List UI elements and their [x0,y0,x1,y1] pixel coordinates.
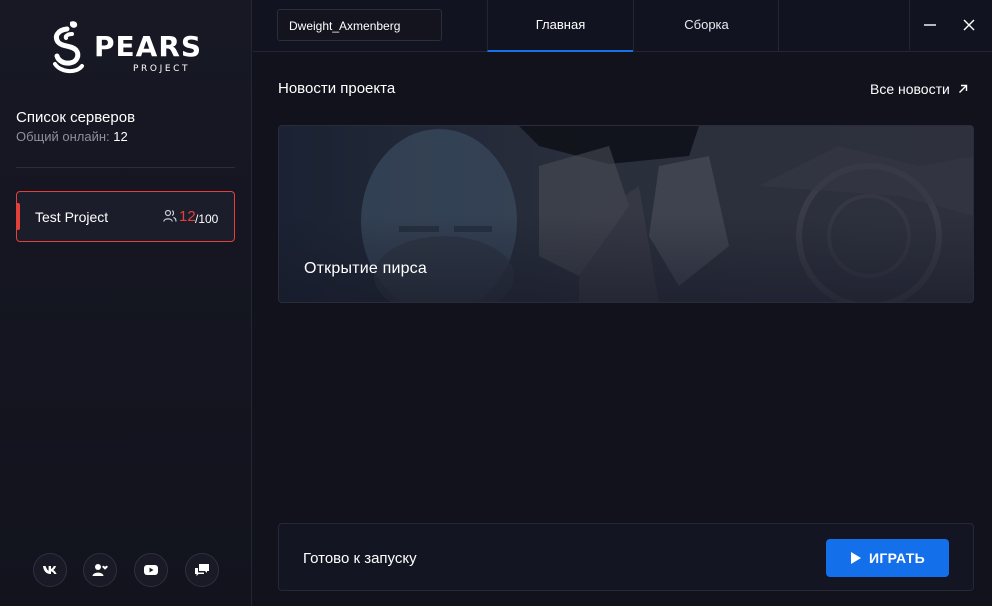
total-online-count: 12 [113,129,128,144]
forum-button[interactable] [185,553,219,587]
tab-divider [778,0,779,52]
server-item-test-project[interactable]: Test Project 12 /100 [16,191,235,242]
youtube-icon [144,565,158,575]
servers-title: Список серверов [16,109,136,126]
all-news-label: Все новости [870,81,950,97]
play-icon [851,552,862,564]
total-online-label: Общий онлайн: [16,129,110,144]
pear-logo-icon [53,21,84,73]
top-bar: Dweight_Axmenberg Главная Сборка [253,0,992,52]
news-section-title: Новости проекта [278,80,396,97]
friends-button[interactable] [83,553,117,587]
server-max-slots: /100 [195,212,219,226]
youtube-button[interactable] [134,553,168,587]
play-button-label: ИГРАТЬ [869,550,925,566]
vk-icon [43,566,57,574]
close-button[interactable] [949,0,989,50]
news-card[interactable]: Открытие пирса [278,125,974,303]
logo-subtitle: PROJECT [133,64,191,74]
launch-status: Готово к запуску [303,550,417,567]
username-field[interactable]: Dweight_Axmenberg [277,9,442,41]
sidebar: PEARS PROJECT Список серверов Общий онла… [0,0,252,606]
vk-button[interactable] [33,553,67,587]
total-online: Общий онлайн: 12 [16,129,128,144]
server-active-marker [16,203,20,230]
pears-logo: PEARS PROJECT [50,20,210,80]
close-icon [963,19,975,31]
users-icon [163,209,177,222]
minimize-icon [923,24,936,26]
chat-icon [195,564,209,576]
server-online-count: 12 [179,208,196,225]
user-heart-icon [92,564,108,576]
play-button[interactable]: ИГРАТЬ [826,539,949,577]
logo-wordmark: PEARS [94,30,203,63]
minimize-button[interactable] [909,0,949,50]
launch-panel: Готово к запуску ИГРАТЬ [278,523,974,591]
tab-home[interactable]: Главная [487,0,633,52]
tab-build[interactable]: Сборка [633,0,779,52]
news-card-title: Открытие пирса [304,260,427,277]
sidebar-divider [16,167,235,168]
arrow-up-right-icon [958,84,967,93]
server-name: Test Project [35,209,109,225]
all-news-link[interactable]: Все новости [870,81,968,97]
